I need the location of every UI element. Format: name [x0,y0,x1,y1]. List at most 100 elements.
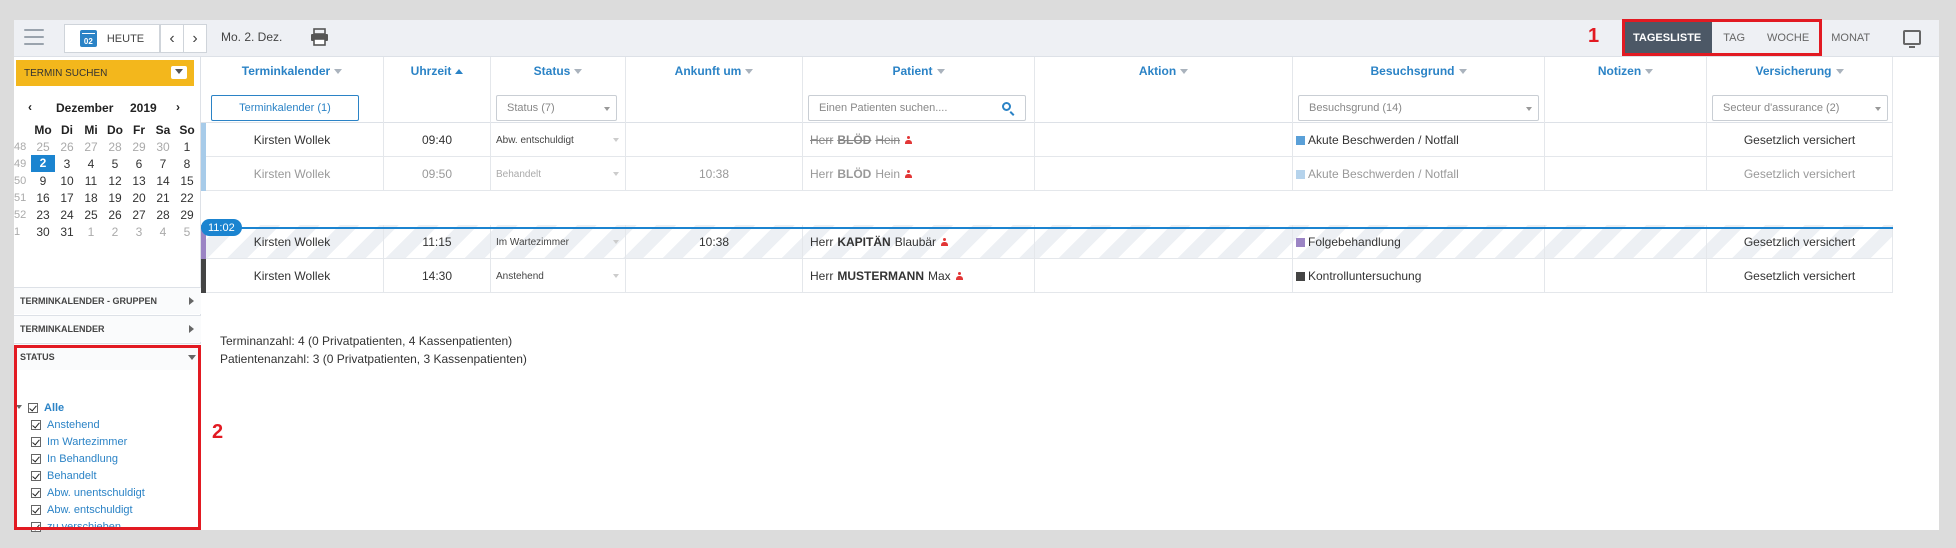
cell-notizen[interactable] [1545,259,1707,293]
calendar-day[interactable]: 6 [127,157,151,171]
calendar-day[interactable]: 17 [55,191,79,205]
printer-icon[interactable] [310,28,329,46]
calendar-day[interactable]: 31 [55,225,79,239]
calendar-day[interactable]: 30 [151,140,175,154]
table-row[interactable]: Kirsten Wollek 14:30 Anstehend Herr MUSTE… [201,259,1893,293]
calendar-day[interactable]: 29 [175,208,199,222]
patient-vorname: Max [928,269,951,283]
cell-status-select[interactable]: Abw. entschuldigt [491,123,626,157]
status-filter[interactable]: Status (7) [496,95,617,121]
next-day-button[interactable]: › [183,24,207,53]
cell-zeit: 14:30 [384,259,491,293]
calendar-day[interactable]: 3 [55,157,79,171]
calendar-day[interactable]: 16 [31,191,55,205]
annotation-number-1: 1 [1588,25,1600,47]
calendar-day[interactable]: 1 [175,140,199,154]
calendar-day[interactable]: 30 [31,225,55,239]
caret-down-icon [613,138,619,142]
calendar-day[interactable]: 12 [103,174,127,188]
versicherung-filter[interactable]: Secteur d'assurance (2) [1712,95,1888,121]
calendar-day[interactable]: 27 [79,140,103,154]
calendar-day[interactable]: 9 [31,174,55,188]
cell-status-select[interactable]: Anstehend [491,259,626,293]
calendar-day[interactable]: 25 [31,140,55,154]
calendar-day[interactable]: 26 [55,140,79,154]
besuchsgrund-filter[interactable]: Besuchsgrund (14) [1298,95,1539,121]
col-patient[interactable]: Patient Einen Patienten suchen.... [803,57,1035,123]
calendar-day[interactable]: 5 [103,157,127,171]
calendar-day[interactable]: 4 [79,157,103,171]
section-terminkalender[interactable]: TERMINKALENDER [14,315,201,342]
today-button[interactable]: 02 HEUTE [64,24,160,53]
calendar-day[interactable]: 28 [103,140,127,154]
table-row[interactable]: Kirsten Wollek 11:15 Im Wartezimmer 10:3… [201,225,1893,259]
cell-besuchsgrund: Kontrolluntersuchung [1293,259,1545,293]
calendar-day[interactable]: 25 [79,208,103,222]
calendar-day[interactable]: 29 [127,140,151,154]
calendar-day[interactable]: 10 [55,174,79,188]
cell-patient[interactable]: Herr KAPITÄN Blaubär [803,225,1035,259]
calendar-day[interactable]: 28 [151,208,175,222]
next-month-button[interactable]: › [176,100,180,114]
summary: Terminanzahl: 4 (0 Privatpatienten, 4 Ka… [220,332,527,368]
prev-day-button[interactable]: ‹ [160,24,184,53]
calendar-day[interactable]: 2 [103,225,127,239]
cell-aktion[interactable] [1035,225,1293,259]
cell-notizen[interactable] [1545,157,1707,191]
calendar-day[interactable]: 8 [175,157,199,171]
calendar-day[interactable]: 7 [151,157,175,171]
search-icon[interactable] [1002,102,1011,111]
calendar-day[interactable]: 14 [151,174,175,188]
calendar-day[interactable]: 21 [151,191,175,205]
col-status[interactable]: Status Status (7) [491,57,626,123]
menu-icon[interactable] [24,29,44,45]
cell-aktion[interactable] [1035,157,1293,191]
calendar-day[interactable]: 15 [175,174,199,188]
cell-patient[interactable]: Herr BLÖD Hein [803,157,1035,191]
col-versicherung[interactable]: Versicherung Secteur d'assurance (2) [1707,57,1893,123]
chevron-down-icon[interactable] [171,66,187,79]
cell-status-select[interactable]: Im Wartezimmer [491,225,626,259]
cell-aktion[interactable] [1035,123,1293,157]
calendar-day[interactable]: 11 [79,174,103,188]
patient-search-input[interactable]: Einen Patienten suchen.... [808,95,1026,121]
patient-nachname: MUSTERMANN [837,269,925,283]
col-notizen[interactable]: Notizen [1545,57,1707,123]
cell-notizen[interactable] [1545,225,1707,259]
calendar-day[interactable]: 5 [175,225,199,239]
col-terminkalender[interactable]: Terminkalender Terminkalender (1) [201,57,384,123]
calendar-day[interactable]: 13 [127,174,151,188]
terminkalender-filter[interactable]: Terminkalender (1) [211,95,359,121]
termin-suchen-button[interactable]: TERMIN SUCHEN [16,60,194,86]
calendar-day[interactable]: 4 [151,225,175,239]
col-besuchsgrund[interactable]: Besuchsgrund Besuchsgrund (14) [1293,57,1545,123]
calendar-day[interactable]: 26 [103,208,127,222]
calendar-day[interactable]: 1 [79,225,103,239]
cell-status-select[interactable]: Behandelt [491,157,626,191]
cell-patient[interactable]: Herr BLÖD Hein [803,123,1035,157]
col-ankunft[interactable]: Ankunft um [626,57,803,123]
patient-icon [905,136,913,144]
table-row[interactable]: Kirsten Wollek 09:50 Behandelt 10:38 Her… [201,157,1893,191]
sort-icon [745,69,754,75]
monitor-icon[interactable] [1903,30,1921,48]
calendar-day[interactable]: 20 [127,191,151,205]
calendar-day-selected[interactable]: 2 [31,155,55,172]
table-row[interactable]: Kirsten Wollek 09:40 Abw. entschuldigt H… [201,123,1893,157]
calendar-day[interactable]: 3 [127,225,151,239]
calendar-icon: 02 [79,30,97,47]
cell-aktion[interactable] [1035,259,1293,293]
col-uhrzeit[interactable]: Uhrzeit [384,57,491,123]
section-terminkalender-gruppen[interactable]: TERMINKALENDER - GRUPPEN [14,287,201,314]
cell-notizen[interactable] [1545,123,1707,157]
col-aktion[interactable]: Aktion [1035,57,1293,123]
calendar-day[interactable]: 19 [103,191,127,205]
cell-patient[interactable]: Herr MUSTERMANN Max [803,259,1035,293]
calendar-day[interactable]: 22 [175,191,199,205]
calendar-day[interactable]: 23 [31,208,55,222]
calendar-day[interactable]: 24 [55,208,79,222]
calendar-day[interactable]: 27 [127,208,151,222]
view-monat[interactable]: MONAT [1820,22,1881,53]
calendar-day[interactable]: 18 [79,191,103,205]
prev-month-button[interactable]: ‹ [28,100,32,114]
